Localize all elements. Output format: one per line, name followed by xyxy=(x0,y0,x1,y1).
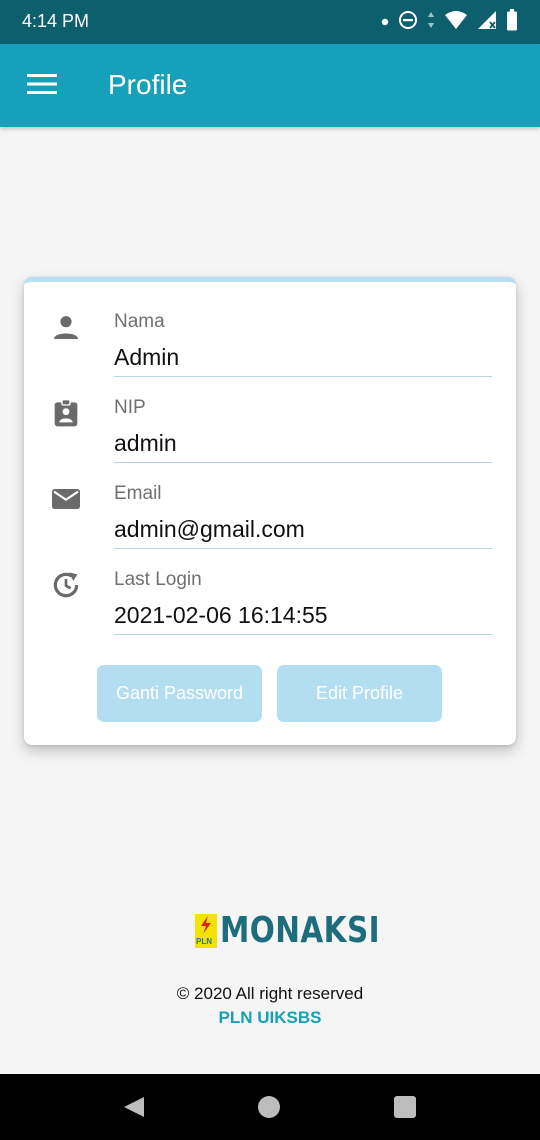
person-icon xyxy=(50,311,82,343)
logo-pln-text: PLN xyxy=(196,937,212,946)
status-icons xyxy=(381,8,518,36)
field-value: admin xyxy=(114,430,177,456)
field-last-login: Last Login 2021-02-06 16:14:55 xyxy=(24,540,516,635)
recent-apps-icon[interactable] xyxy=(394,1096,416,1118)
app-bar: Profile xyxy=(0,44,540,127)
pln-logo: PLN xyxy=(195,914,217,948)
field-value: Admin xyxy=(114,344,180,370)
copyright-text: © 2020 All right reserved xyxy=(176,984,364,1003)
field-value: 2021-02-06 16:14:55 xyxy=(114,602,328,628)
field-label: Nama xyxy=(114,311,165,332)
battery-icon xyxy=(506,8,518,36)
data-arrows-icon xyxy=(427,10,435,35)
field-label: Email xyxy=(114,483,162,504)
status-time: 4:14 PM xyxy=(22,11,90,31)
field-email: Email admin@gmail.com xyxy=(24,454,516,549)
field-nama: Nama Admin xyxy=(24,282,516,377)
company-name: PLN UIKSBS xyxy=(218,1008,322,1027)
navigation-bar xyxy=(0,1074,540,1140)
profile-card: Nama Admin NIP admin Email admin@gmail.c… xyxy=(24,277,516,745)
field-value: admin@gmail.com xyxy=(114,516,305,542)
do-not-disturb-icon xyxy=(398,10,418,35)
notification-dot-icon xyxy=(381,13,389,31)
back-icon[interactable] xyxy=(122,1095,146,1124)
page-title: Profile xyxy=(108,69,188,100)
field-divider xyxy=(114,634,492,635)
lightning-bolt-icon xyxy=(199,916,213,934)
badge-icon xyxy=(50,397,82,429)
field-label: Last Login xyxy=(114,569,202,590)
monaksi-logo: PLN MONAKSI xyxy=(195,913,415,949)
signal-icon xyxy=(477,10,497,35)
field-nip: NIP admin xyxy=(24,368,516,463)
status-bar: 4:14 PM xyxy=(0,0,540,44)
wifi-icon xyxy=(444,10,468,35)
edit-profile-button[interactable]: Edit Profile xyxy=(277,665,442,722)
home-icon[interactable] xyxy=(258,1096,280,1118)
mail-icon xyxy=(50,483,82,515)
history-icon xyxy=(50,569,82,601)
menu-button[interactable] xyxy=(22,68,62,104)
field-label: NIP xyxy=(114,397,146,418)
hamburger-menu-icon xyxy=(27,73,57,100)
logo-wordmark: MONAKSI xyxy=(220,910,381,951)
change-password-button[interactable]: Ganti Password xyxy=(97,665,262,722)
